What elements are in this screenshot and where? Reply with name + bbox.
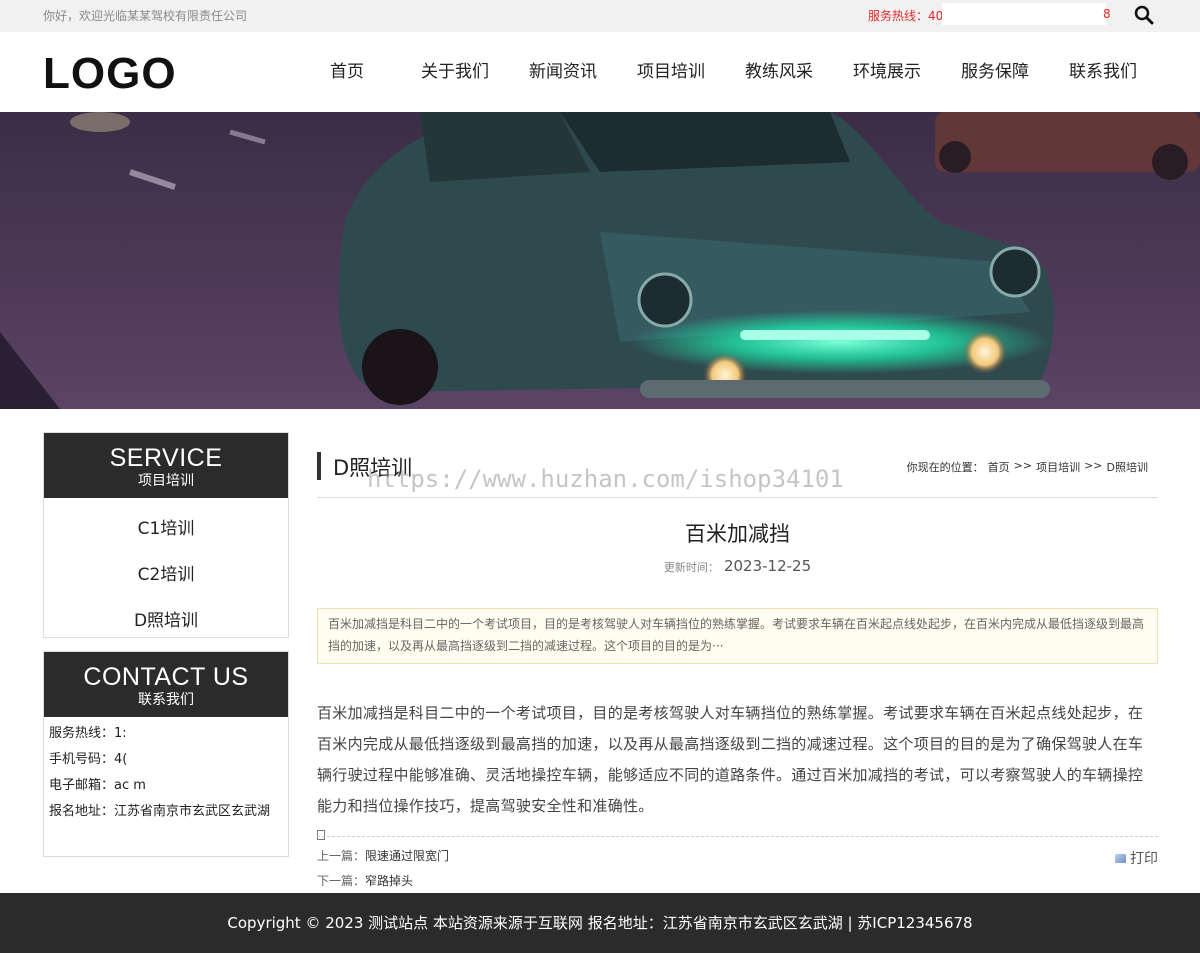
nav-item-coaches[interactable]: 教练风采 [725, 32, 833, 112]
breadcrumb-prefix: 你现在的位置： [906, 461, 984, 474]
article-body: 百米加减挡是科目二中的一个考试项目，目的是考核驾驶人对车辆挡位的熟练掌握。考试要… [317, 704, 1144, 815]
print-icon [1115, 853, 1126, 863]
nav-item-training[interactable]: 项目培训 [617, 32, 725, 112]
prev-article-link[interactable]: 限速通过限宽门 [365, 849, 449, 863]
contact-address: 报名地址：江苏省南京市玄武区玄武湖 [49, 804, 271, 819]
contact-panel: CONTACT US 联系我们 服务热线：1: 手机号码：4( 电子邮箱：ac … [43, 651, 289, 857]
contact-mobile: 手机号码：4( [49, 752, 128, 767]
category-title-bar: D照培训 https://www.huzhan.com/ishop34101 你… [317, 432, 1158, 498]
article-title: 百米加减挡 [685, 522, 790, 546]
document-icon [317, 830, 325, 840]
breadcrumb: 你现在的位置： 首页 >> 项目培训 >> D照培训 [907, 459, 1148, 475]
service-title-cn: 项目培训 [138, 473, 194, 489]
nav-item-environment[interactable]: 环境展示 [833, 32, 941, 112]
article-date-value: 2023-12-25 [723, 557, 812, 575]
next-article-link[interactable]: 窄路掉头 [365, 874, 413, 888]
breadcrumb-separator: >> [1013, 459, 1033, 472]
footer-copyright: Copyright © 2023 测试站点 本站资源来源于互联网 报名地址：江苏… [227, 914, 973, 932]
service-item-c1[interactable]: C1培训 [44, 506, 288, 552]
contact-hotline: 服务热线：1: [49, 726, 127, 741]
logo[interactable]: LOGO [43, 49, 177, 99]
hotline-text: 服务热线：40 [868, 9, 944, 23]
hero-banner-image [0, 112, 1200, 409]
article-date: 更新时间： 2023-12-25 [317, 556, 1158, 575]
breadcrumb-separator: >> [1084, 459, 1103, 472]
service-panel-header: SERVICE 项目培训 [44, 433, 288, 498]
next-article-label: 下一篇： [317, 874, 366, 888]
contact-email: 电子邮箱：ac m [49, 778, 146, 793]
nav-item-about[interactable]: 关于我们 [401, 32, 509, 112]
service-item-c2[interactable]: C2培训 [44, 552, 288, 598]
divider [317, 836, 1158, 837]
breadcrumb-current[interactable]: D照培训 [1107, 459, 1148, 475]
redaction-mask [942, 3, 1106, 25]
print-button[interactable]: 打印 [1115, 848, 1158, 868]
search-icon[interactable] [1133, 4, 1155, 26]
nav-item-service[interactable]: 服务保障 [941, 32, 1049, 112]
main-nav: 首页 关于我们 新闻资讯 项目培训 教练风采 环境展示 服务保障 联系我们 [293, 32, 1157, 112]
site-header: LOGO 首页 关于我们 新闻资讯 项目培训 教练风采 环境展示 服务保障 联系… [0, 32, 1200, 112]
contact-title-en: CONTACT US [83, 663, 249, 691]
contact-title-cn: 联系我们 [138, 692, 194, 708]
next-article: 下一篇：窄路掉头 [317, 872, 413, 889]
title-accent-bar [317, 452, 321, 480]
print-label: 打印 [1130, 851, 1158, 867]
nav-item-contact[interactable]: 联系我们 [1049, 32, 1157, 112]
prev-article-label: 上一篇： [317, 849, 366, 863]
hotline-tail: 8 [1103, 7, 1111, 21]
nav-item-news[interactable]: 新闻资讯 [509, 32, 617, 112]
article-date-label: 更新时间： [663, 561, 719, 574]
service-item-d[interactable]: D照培训 [44, 598, 288, 644]
breadcrumb-training[interactable]: 项目培训 [1036, 459, 1080, 475]
welcome-text: 你好，欢迎光临某某驾校有限责任公司 [43, 9, 248, 23]
main-content: D照培训 https://www.huzhan.com/ishop34101 你… [317, 432, 1158, 888]
contact-panel-header: CONTACT US 联系我们 [44, 652, 288, 717]
service-list: C1培训 C2培训 D照培训 [44, 498, 288, 644]
prev-article: 上一篇：限速通过限宽门 [317, 847, 449, 864]
service-title-en: SERVICE [109, 444, 223, 472]
service-panel: SERVICE 项目培训 C1培训 C2培训 D照培训 [43, 432, 289, 638]
top-bar: 你好，欢迎光临某某驾校有限责任公司 服务热线：40 8 [0, 0, 1200, 32]
nav-item-home[interactable]: 首页 [293, 32, 401, 112]
breadcrumb-home[interactable]: 首页 [988, 459, 1010, 475]
site-footer: Copyright © 2023 测试站点 本站资源来源于互联网 报名地址：江苏… [0, 893, 1200, 953]
watermark-text: https://www.huzhan.com/ishop34101 [367, 465, 844, 493]
article-summary: 百米加减挡是科目二中的一个考试项目，目的是考核驾驶人对车辆挡位的熟练掌握。考试要… [317, 608, 1158, 664]
